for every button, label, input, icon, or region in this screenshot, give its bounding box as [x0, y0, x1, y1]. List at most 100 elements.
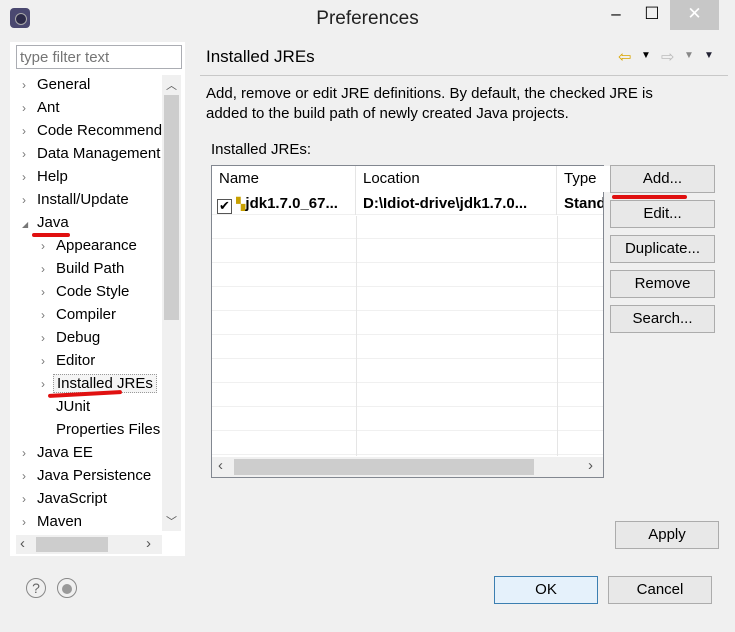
tree-item[interactable]: JUnit: [41, 396, 93, 418]
open-in-workspace-icon[interactable]: [57, 578, 77, 598]
column-header-location[interactable]: Location: [356, 166, 557, 192]
tree-item[interactable]: › Editor: [41, 350, 98, 372]
page-description: Add, remove or edit JRE definitions. By …: [206, 85, 653, 122]
tree-item-label: Appearance: [56, 237, 137, 254]
table-row[interactable]: ✔ ▚jdk1.7.0_67... D:\Idiot-drive\jdk1.7.…: [212, 192, 603, 215]
preference-tree: ›General›Ant›Code Recommenders›Data Mana…: [22, 74, 162, 534]
expand-icon[interactable]: ›: [22, 442, 34, 464]
ok-button[interactable]: OK: [494, 576, 598, 604]
maximize-button[interactable]: ☐: [636, 0, 668, 30]
title-bar: Preferences – ☐ ✕: [0, 0, 735, 38]
tree-item[interactable]: › Help: [22, 166, 71, 188]
tree-item-label: Build Path: [56, 260, 125, 277]
expand-icon[interactable]: ›: [41, 350, 53, 372]
back-arrow-icon[interactable]: ⇦: [618, 47, 631, 67]
tree-item-label: Properties Files Editor: [56, 421, 162, 438]
expand-icon[interactable]: ›: [22, 143, 34, 165]
tree-item[interactable]: ›Code Recommenders: [22, 120, 162, 142]
column-header-type[interactable]: Type: [557, 166, 617, 192]
tree-item[interactable]: › Debug: [41, 327, 103, 349]
tree-item-label: Editor: [56, 352, 96, 369]
tree-item-label: Maven: [37, 513, 83, 530]
forward-arrow-icon[interactable]: ⇨: [661, 47, 674, 67]
forward-menu-icon[interactable]: ▼: [684, 50, 694, 61]
scroll-up-icon[interactable]: ︿: [166, 77, 177, 93]
tree-item-label: Install/Update: [37, 191, 129, 208]
expand-icon[interactable]: ›: [22, 120, 34, 142]
tree-item[interactable]: › Java Persistence: [22, 465, 154, 487]
filter-input[interactable]: [16, 45, 182, 69]
tree-vertical-scrollbar[interactable]: ︿ ﹀: [162, 75, 181, 531]
expand-icon[interactable]: ›: [41, 281, 53, 303]
scroll-left-icon[interactable]: ‹: [20, 535, 25, 552]
tree-item[interactable]: › Build Path: [41, 258, 127, 280]
scroll-left-icon[interactable]: ‹: [218, 457, 223, 474]
help-icon[interactable]: ?: [26, 578, 46, 598]
tree-item-label: General: [37, 76, 91, 93]
tree-item[interactable]: › Code Style: [41, 281, 132, 303]
column-header-name[interactable]: Name: [212, 166, 356, 192]
tree-item-label: Java EE: [37, 444, 93, 461]
expand-icon[interactable]: ›: [41, 258, 53, 280]
expand-icon[interactable]: ›: [22, 74, 34, 96]
tree-item[interactable]: ◢ Java: [22, 212, 72, 234]
scroll-right-icon[interactable]: ›: [146, 535, 151, 552]
tree-item-label: Data Management: [37, 145, 161, 162]
empty-table-row: [212, 384, 603, 408]
tree-item[interactable]: › Ant: [22, 97, 63, 119]
tree-item[interactable]: › Java EE: [22, 442, 96, 464]
tree-item[interactable]: › Install/Update: [22, 189, 132, 211]
search-button[interactable]: Search...: [610, 305, 715, 333]
expanded-icon[interactable]: ◢: [22, 214, 34, 234]
expand-icon[interactable]: ›: [22, 511, 34, 533]
jre-location: D:\Idiot-drive\jdk1.7.0...: [356, 192, 557, 215]
tree-item[interactable]: › General: [22, 74, 93, 96]
expand-icon[interactable]: ›: [41, 373, 53, 395]
tree-item[interactable]: › Maven: [22, 511, 85, 533]
expand-icon[interactable]: ›: [41, 304, 53, 326]
minimize-button[interactable]: –: [596, 0, 636, 30]
tree-item-label: Help: [37, 168, 68, 185]
expand-icon[interactable]: ›: [22, 488, 34, 510]
back-menu-icon[interactable]: ▼: [641, 50, 651, 61]
jre-type: Standard VM: [564, 195, 603, 212]
close-button[interactable]: ✕: [670, 0, 719, 30]
jre-name: jdk1.7.0_67...: [245, 195, 338, 212]
cancel-button[interactable]: Cancel: [608, 576, 712, 604]
expand-icon[interactable]: ›: [22, 465, 34, 487]
page-title: Installed JREs: [206, 47, 315, 66]
row-checkbox[interactable]: ✔: [217, 199, 232, 214]
tree-item[interactable]: › JavaScript: [22, 488, 110, 510]
scroll-thumb[interactable]: [164, 95, 179, 320]
annotation-underline: [32, 233, 70, 237]
tree-item-label: Java Persistence: [37, 467, 152, 484]
expand-icon[interactable]: ›: [22, 189, 34, 211]
tree-item[interactable]: › Appearance: [41, 235, 140, 257]
scroll-down-icon[interactable]: ﹀: [166, 513, 177, 529]
tree-horizontal-scrollbar[interactable]: ‹ ›: [16, 535, 162, 554]
tree-item-label: Java: [37, 214, 69, 231]
duplicate-button[interactable]: Duplicate...: [610, 235, 715, 263]
remove-button[interactable]: Remove: [610, 270, 715, 298]
expand-icon[interactable]: ›: [41, 327, 53, 349]
apply-button[interactable]: Apply: [615, 521, 719, 549]
scroll-thumb[interactable]: [36, 537, 108, 552]
expand-icon[interactable]: ›: [22, 97, 34, 119]
tree-item-label: Compiler: [56, 306, 117, 323]
empty-table-row: [212, 360, 603, 384]
expand-icon[interactable]: ›: [22, 166, 34, 188]
empty-table-row: [212, 288, 603, 312]
view-menu-icon[interactable]: ▼: [704, 50, 714, 61]
tree-item[interactable]: › Compiler: [41, 304, 119, 326]
expand-icon[interactable]: ›: [41, 235, 53, 257]
tree-item[interactable]: Properties Files Editor: [41, 419, 162, 441]
edit-button[interactable]: Edit...: [610, 200, 715, 228]
tree-item[interactable]: › Data Management: [22, 143, 162, 165]
scroll-thumb[interactable]: [234, 459, 534, 475]
table-horizontal-scrollbar[interactable]: ‹ ›: [212, 457, 603, 477]
scroll-right-icon[interactable]: ›: [588, 457, 593, 474]
tree-item-label: Debug: [56, 329, 101, 346]
add-button[interactable]: Add...: [610, 165, 715, 193]
empty-table-row: [212, 264, 603, 288]
empty-table-row: [212, 408, 603, 432]
